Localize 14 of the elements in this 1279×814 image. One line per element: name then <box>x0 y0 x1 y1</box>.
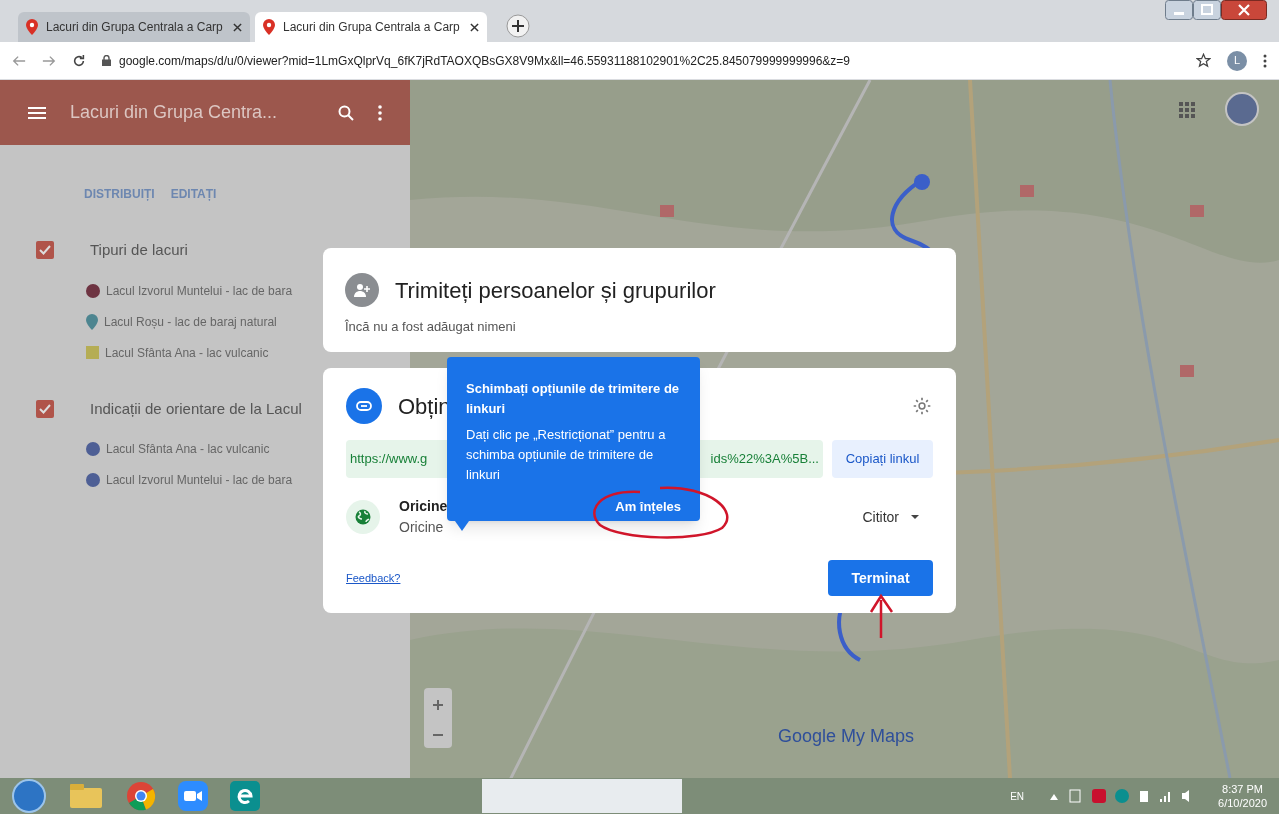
card-note: Încă nu a fost adăugat nimeni <box>345 318 517 336</box>
layer-name: Indicații de orientare de la Lacul <box>90 398 302 419</box>
map-title: Lacuri din Grupa Centra... <box>70 101 279 124</box>
tooltip-body: Dați clic pe „Restricționat” pentru a schimba opțiunile de trimitere de linkuri <box>466 426 667 484</box>
tab-title: Lacuri din Grupa Centrala a Carp <box>283 19 461 36</box>
link-url-start: https://www.g <box>350 450 428 469</box>
tab-title: Lacuri din Grupa Centrala a Carp <box>46 19 224 36</box>
link-url-end: ids%22%3A%5B... <box>710 450 819 469</box>
access-detail: Oricine <box>399 518 445 537</box>
map-logo: Google My Maps <box>778 725 915 748</box>
access-title: Oricine <box>399 497 449 516</box>
tooltip-title: Schimbați opțiunile de trimitere de linkuri <box>466 380 681 418</box>
layer-name: Tipuri de lacuri <box>90 240 188 260</box>
card-title: Trimiteți persoanelor și grupurilor <box>395 276 716 305</box>
